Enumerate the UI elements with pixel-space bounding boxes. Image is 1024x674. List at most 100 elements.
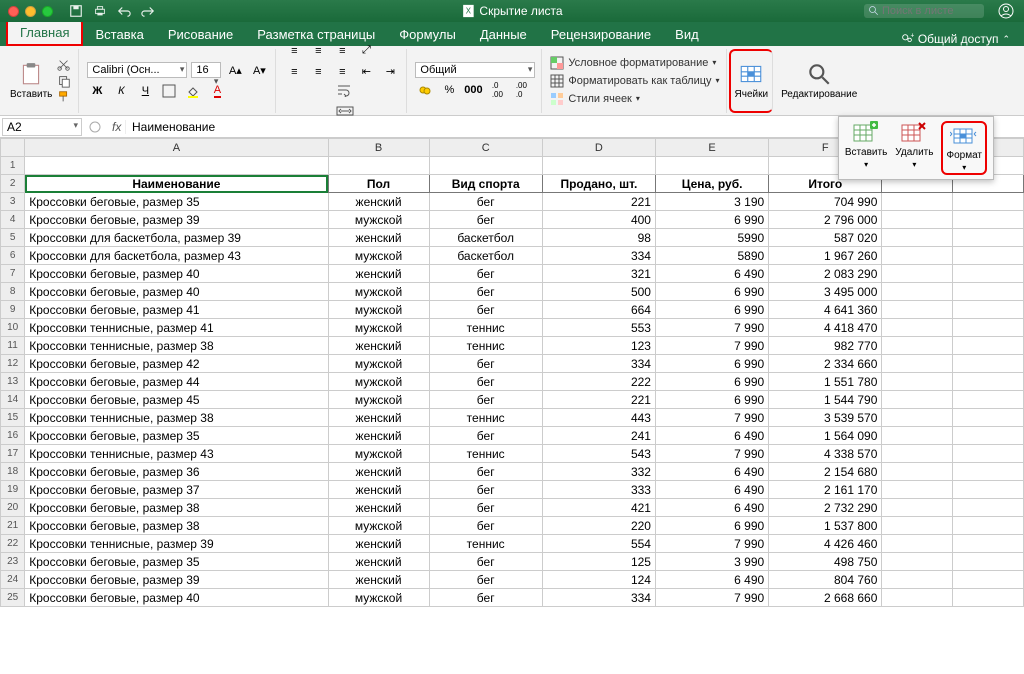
cell[interactable]: Кроссовки беговые, размер 40	[25, 283, 328, 301]
cell[interactable]: Кроссовки теннисные, размер 38	[25, 337, 328, 355]
print-icon[interactable]	[93, 4, 107, 18]
cell[interactable]: бег	[429, 499, 542, 517]
row-header[interactable]: 4	[1, 211, 25, 229]
row-header[interactable]: 14	[1, 391, 25, 409]
cell[interactable]: 2 796 000	[769, 211, 882, 229]
cell[interactable]: 6 990	[655, 517, 768, 535]
copy-icon[interactable]	[56, 74, 72, 88]
cell[interactable]: 7 990	[655, 319, 768, 337]
cell[interactable]: женский	[328, 229, 429, 247]
align-left-icon[interactable]: ≡	[284, 63, 304, 81]
cell[interactable]: женский	[328, 499, 429, 517]
cell[interactable]: Кроссовки беговые, размер 35	[25, 553, 328, 571]
cell[interactable]: 7 990	[655, 535, 768, 553]
cell[interactable]: бег	[429, 481, 542, 499]
cell[interactable]: 220	[542, 517, 655, 535]
sheet-search[interactable]	[864, 4, 984, 18]
number-format-combo[interactable]: Общий	[415, 62, 535, 78]
cell[interactable]: Кроссовки беговые, размер 36	[25, 463, 328, 481]
row-header[interactable]: 16	[1, 427, 25, 445]
cell[interactable]: 5890	[655, 247, 768, 265]
cell[interactable]: 6 490	[655, 265, 768, 283]
cell[interactable]: бег	[429, 265, 542, 283]
editing-group-button[interactable]: Редактирование	[781, 61, 857, 100]
table-header-cell[interactable]: Продано, шт.	[542, 175, 655, 193]
cell[interactable]: 333	[542, 481, 655, 499]
cell[interactable]: мужской	[328, 301, 429, 319]
row-header[interactable]: 19	[1, 481, 25, 499]
conditional-formatting-button[interactable]: Условное форматирование▾	[550, 55, 719, 71]
cell[interactable]: Кроссовки для баскетбола, размер 39	[25, 229, 328, 247]
cell[interactable]: Кроссовки теннисные, размер 38	[25, 409, 328, 427]
cell[interactable]: бег	[429, 463, 542, 481]
cell[interactable]: 6 490	[655, 481, 768, 499]
tab-view[interactable]: Вид	[663, 23, 711, 46]
bold-button[interactable]: Ж	[87, 82, 107, 100]
increase-font-icon[interactable]: A▴	[225, 61, 245, 79]
align-center-icon[interactable]: ≡	[308, 63, 328, 81]
cell[interactable]: женский	[328, 409, 429, 427]
row-header[interactable]: 12	[1, 355, 25, 373]
cell[interactable]: бег	[429, 355, 542, 373]
cell[interactable]: 1 564 090	[769, 427, 882, 445]
cell[interactable]: Кроссовки теннисные, размер 41	[25, 319, 328, 337]
cell[interactable]: 241	[542, 427, 655, 445]
close-window[interactable]	[8, 6, 19, 17]
cell[interactable]: 6 990	[655, 355, 768, 373]
cell[interactable]: баскетбол	[429, 247, 542, 265]
cell[interactable]: Кроссовки беговые, размер 35	[25, 193, 328, 211]
cell[interactable]: бег	[429, 517, 542, 535]
cell[interactable]: Кроссовки беговые, размер 41	[25, 301, 328, 319]
cell[interactable]: баскетбол	[429, 229, 542, 247]
cell[interactable]: 2 334 660	[769, 355, 882, 373]
cell[interactable]: Кроссовки беговые, размер 38	[25, 499, 328, 517]
cell[interactable]: 554	[542, 535, 655, 553]
cell[interactable]: Кроссовки беговые, размер 40	[25, 589, 328, 607]
cell[interactable]: 7 990	[655, 445, 768, 463]
col-header[interactable]: D	[542, 139, 655, 157]
format-as-table-button[interactable]: Форматировать как таблицу▾	[550, 73, 719, 89]
cell[interactable]: 221	[542, 391, 655, 409]
cell[interactable]: Кроссовки беговые, размер 42	[25, 355, 328, 373]
cell[interactable]: Кроссовки беговые, размер 39	[25, 571, 328, 589]
cell[interactable]: женский	[328, 481, 429, 499]
cell[interactable]: бег	[429, 553, 542, 571]
col-header[interactable]: C	[429, 139, 542, 157]
cell[interactable]: бег	[429, 211, 542, 229]
row-header[interactable]: 1	[1, 157, 25, 175]
cell[interactable]: теннис	[429, 445, 542, 463]
cell[interactable]: 4 426 460	[769, 535, 882, 553]
cell[interactable]: теннис	[429, 337, 542, 355]
cell[interactable]: 4 418 470	[769, 319, 882, 337]
percent-icon[interactable]: %	[439, 81, 459, 99]
cell[interactable]: 982 770	[769, 337, 882, 355]
cancel-icon[interactable]	[88, 120, 102, 134]
cell[interactable]: 6 990	[655, 283, 768, 301]
italic-button[interactable]: К	[111, 82, 131, 100]
cell[interactable]: 543	[542, 445, 655, 463]
cell[interactable]: 334	[542, 247, 655, 265]
cell[interactable]: женский	[328, 535, 429, 553]
table-header-cell[interactable]: Пол	[328, 175, 429, 193]
redo-icon[interactable]	[141, 4, 155, 18]
fill-color-button[interactable]	[183, 82, 203, 100]
fx-icon[interactable]: fx	[106, 120, 126, 134]
tab-insert[interactable]: Вставка	[83, 23, 155, 46]
undo-icon[interactable]	[117, 4, 131, 18]
row-header[interactable]: 11	[1, 337, 25, 355]
cell[interactable]: 3 539 570	[769, 409, 882, 427]
cell[interactable]: мужской	[328, 445, 429, 463]
cell[interactable]: женский	[328, 553, 429, 571]
tab-home[interactable]: Главная	[6, 19, 83, 46]
cell[interactable]: 4 641 360	[769, 301, 882, 319]
comma-icon[interactable]: 000	[463, 81, 483, 99]
cell[interactable]: 3 495 000	[769, 283, 882, 301]
cell[interactable]: Кроссовки беговые, размер 40	[25, 265, 328, 283]
cell[interactable]: женский	[328, 427, 429, 445]
row-header[interactable]: 3	[1, 193, 25, 211]
cell[interactable]: Кроссовки беговые, размер 38	[25, 517, 328, 535]
cell[interactable]: 6 990	[655, 373, 768, 391]
cell[interactable]: 6 490	[655, 427, 768, 445]
cell[interactable]: 1 537 800	[769, 517, 882, 535]
cell[interactable]: Кроссовки беговые, размер 39	[25, 211, 328, 229]
